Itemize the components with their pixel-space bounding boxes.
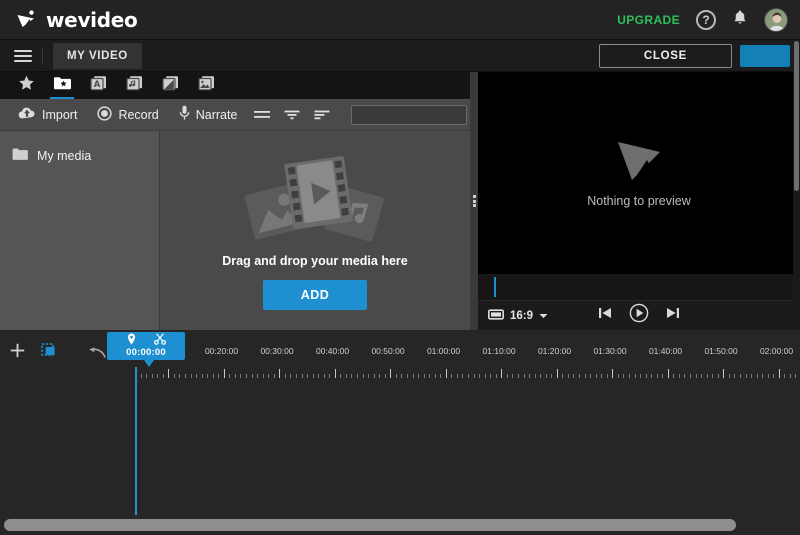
ruler-label: 00:50:00 <box>371 346 405 356</box>
media-tab-graphics[interactable] <box>188 72 224 99</box>
narrate-label: Narrate <box>195 107 238 122</box>
timeline-ruler[interactable]: 00:10:0000:20:0000:30:0000:40:0000:50:00… <box>133 330 800 378</box>
playhead-tail <box>144 360 154 367</box>
ruler-label: 01:40:00 <box>648 346 683 356</box>
playhead-time: 00:00:00 <box>126 346 166 358</box>
ruler-label: 01:30:00 <box>593 346 627 356</box>
audio-note-icon <box>125 75 143 96</box>
wevideo-editor-window: wevideo UPGRADE ? MY VIDEO CLOSE A Impor… <box>0 0 800 535</box>
avatar[interactable] <box>764 7 788 32</box>
duplicate-icon[interactable] <box>41 342 58 363</box>
preview-panel: Nothing to preview 16:9 <box>478 72 800 330</box>
media-tab-row: A <box>0 72 470 99</box>
skip-previous-icon[interactable] <box>597 306 613 325</box>
wevideo-play-arrow-icon <box>614 138 664 184</box>
ruler-labels: 00:10:0000:20:0000:30:0000:40:0000:50:00… <box>133 330 800 360</box>
media-body: My media Drag and drop your media here A… <box>0 131 470 330</box>
bell-icon[interactable] <box>732 9 748 31</box>
wevideo-logo[interactable]: wevideo <box>16 7 138 32</box>
skip-next-icon[interactable] <box>665 306 681 325</box>
media-tab-text[interactable]: A <box>80 72 116 99</box>
list-view-icon[interactable] <box>249 103 275 127</box>
play-circle-icon[interactable] <box>629 303 649 328</box>
search-box[interactable] <box>351 104 512 125</box>
media-tab-audio[interactable] <box>116 72 152 99</box>
project-tab[interactable]: MY VIDEO <box>53 42 142 69</box>
ruler-label: 01:10:00 <box>482 346 516 356</box>
text-icon: A <box>89 75 107 96</box>
narrate-button[interactable]: Narrate <box>171 102 246 127</box>
record-circle-icon <box>97 105 113 124</box>
hamburger-menu-icon[interactable] <box>14 49 32 62</box>
record-button[interactable]: Record <box>89 103 166 127</box>
transport-controls <box>478 303 800 328</box>
ruler-label: 00:30:00 <box>260 346 294 356</box>
ruler-label: 00:40:00 <box>315 346 350 356</box>
media-tab-favorites[interactable] <box>8 72 44 99</box>
import-button[interactable]: Import <box>10 103 85 126</box>
timeline-horizontal-scrollbar[interactable] <box>4 519 736 531</box>
folder-icon <box>12 147 29 164</box>
media-sidebar: My media <box>0 131 160 330</box>
ruler-label: 01:00:00 <box>426 346 461 356</box>
svg-text:A: A <box>93 80 100 90</box>
help-question-icon[interactable]: ? <box>696 9 716 30</box>
preview-controls: 16:9 <box>478 300 800 330</box>
media-dropzone[interactable]: Drag and drop your media here ADD <box>160 131 470 330</box>
star-icon <box>18 75 35 96</box>
film-strip-card-icon <box>284 155 353 229</box>
transitions-icon <box>161 75 179 96</box>
primary-action-button[interactable] <box>740 44 790 67</box>
plus-icon[interactable] <box>10 343 25 363</box>
undo-arrow-icon[interactable] <box>88 346 106 364</box>
graphics-image-icon <box>197 75 215 96</box>
right-scrollbar[interactable] <box>793 40 800 330</box>
preview-playhead[interactable] <box>494 277 496 297</box>
ruler-label: 01:50:00 <box>704 346 738 356</box>
divider <box>42 46 43 65</box>
drag-handle-dots-icon <box>472 194 476 209</box>
preview-scrubber[interactable] <box>478 274 800 300</box>
media-toolbar: Import Record Narrate <box>0 99 512 131</box>
panel-splitter[interactable] <box>470 72 478 330</box>
add-media-button[interactable]: ADD <box>262 279 368 310</box>
preview-stage: Nothing to preview <box>478 72 800 274</box>
playhead-line[interactable] <box>135 367 137 515</box>
media-panel: A Import Record Narrate My media Drag an… <box>0 72 512 330</box>
playhead-badge[interactable]: 00:00:00 <box>107 332 185 360</box>
sidebar-item-label: My media <box>37 148 92 163</box>
close-button[interactable]: CLOSE <box>598 43 732 68</box>
brand-bar-actions: UPGRADE ? <box>617 7 788 32</box>
dropzone-message: Drag and drop your media here <box>222 253 408 268</box>
project-bar: MY VIDEO CLOSE <box>0 40 800 72</box>
wevideo-play-arrow-icon <box>16 9 38 30</box>
import-label: Import <box>42 107 78 122</box>
media-tab-transitions[interactable] <box>152 72 188 99</box>
project-bar-actions: CLOSE <box>598 43 790 68</box>
ruler-label: 01:20:00 <box>537 346 572 356</box>
filter-funnel-icon[interactable] <box>279 103 305 127</box>
ruler-ticks <box>133 368 800 378</box>
preview-empty-message: Nothing to preview <box>587 194 691 208</box>
folder-star-icon <box>53 75 72 96</box>
sidebar-item-my-media[interactable]: My media <box>0 143 159 168</box>
cloud-upload-icon <box>18 106 36 123</box>
record-label: Record <box>118 107 159 122</box>
media-tab-my-media[interactable] <box>44 72 80 99</box>
ruler-label: 02:00:00 <box>759 346 794 356</box>
microphone-icon <box>179 105 190 124</box>
timeline-tools <box>10 342 58 363</box>
playhead-actions <box>127 332 166 347</box>
brand-bar: wevideo UPGRADE ? <box>0 0 800 40</box>
dropzone-artwork <box>235 152 395 248</box>
sort-icon[interactable] <box>309 103 335 127</box>
brand-name: wevideo <box>46 7 138 32</box>
ruler-label: 00:20:00 <box>204 346 239 356</box>
upgrade-link[interactable]: UPGRADE <box>617 13 680 27</box>
